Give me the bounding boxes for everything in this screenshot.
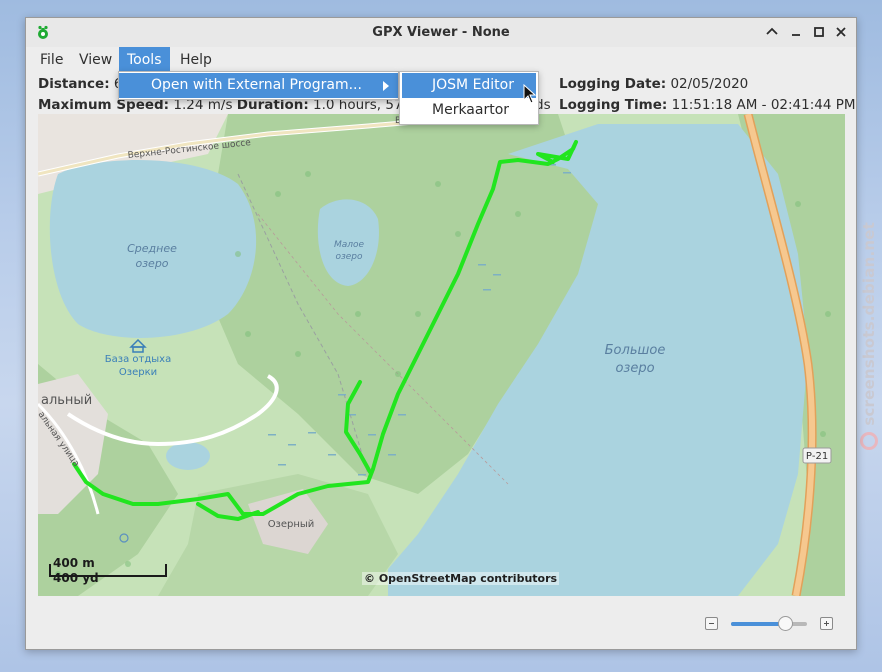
watermark: screenshots.debian.net [856,222,882,462]
zoom-out-button[interactable] [705,617,718,630]
menu-item-open-external[interactable]: Open with External Program... [119,73,398,98]
menu-view[interactable]: View [71,47,120,73]
logging-time-value: 11:51:18 AM - 02:41:44 PM [671,97,856,113]
submenu-arrow-icon [383,81,389,91]
map-canvas[interactable]: Среднее озеро Малое озеро Большое озеро … [38,114,845,596]
map-view[interactable]: Среднее озеро Малое озеро Большое озеро … [38,114,845,596]
logging-time-label: Logging Time: [559,97,668,113]
menu-tools[interactable]: Tools [119,47,170,73]
maximize-icon[interactable] [810,23,828,41]
lake-bolshoye-label: Большое [605,343,666,358]
lake-maloye-label-2: озеро [335,252,363,262]
zoom-slider-fill [731,622,785,626]
external-program-submenu: JOSM Editor Merkaartor [399,71,539,125]
menu-item-josm-editor[interactable]: JOSM Editor [402,73,536,98]
lake-bolshoye-label-2: озеро [615,361,654,376]
lake-sredneye-label: Среднее [127,242,177,255]
window-title: GPX Viewer - None [372,25,510,40]
road-badge-label: Р-21 [806,451,828,462]
distance-row: Distance: 6 [38,76,123,92]
distance-label: Distance: [38,76,110,92]
close-icon[interactable] [832,23,850,41]
menu-item-merkaartor[interactable]: Merkaartor [402,98,536,123]
camp-label: База отдыха [105,354,171,365]
minimize-icon[interactable] [787,23,805,41]
pond [166,442,210,470]
district-label: альный [41,393,92,408]
scale-imperial-label: 400 yd [53,571,99,585]
lake-sredneye-label-2: озеро [135,257,168,270]
camp-label-2: Озерки [119,367,157,378]
lake-maloye-label: Малое [334,240,365,250]
collapse-icon[interactable] [763,23,781,41]
menu-help[interactable]: Help [172,47,220,73]
logging-date-value: 02/05/2020 [670,76,749,92]
watermark-text: screenshots.debian.net [860,222,878,426]
menu-item-open-external-label: Open with External Program... [151,77,362,93]
map-attribution[interactable]: © OpenStreetMap contributors [362,572,560,585]
logging-date-row: Logging Date: 02/05/2020 [559,76,748,92]
titlebar: GPX Viewer - None [26,18,856,48]
debian-logo-icon [860,431,878,450]
zoom-slider[interactable] [731,616,807,631]
zoom-slider-handle[interactable] [778,616,793,631]
logging-time-row: Logging Time: 11:51:18 AM - 02:41:44 PM [559,97,856,113]
scale-metric-label: 400 m [53,556,95,570]
tools-menu: Open with External Program... [118,71,399,100]
menu-file[interactable]: File [32,47,71,73]
mouse-pointer-icon [523,84,537,104]
menubar: File View Tools Help [26,47,856,73]
logging-date-label: Logging Date: [559,76,667,92]
zoom-in-button[interactable] [820,617,833,630]
village-label: Озерный [268,519,315,530]
